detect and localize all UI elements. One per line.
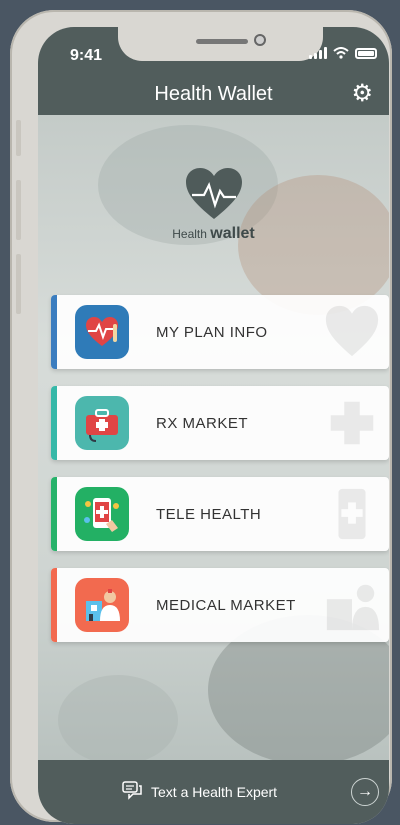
battery-icon	[355, 47, 377, 59]
text-expert-bar[interactable]: Text a Health Expert →	[38, 760, 389, 824]
heart-watermark-icon	[325, 305, 379, 357]
screen: 9:41 Health Wallet ⚙ Health wallet MY PL…	[38, 27, 389, 824]
speaker	[196, 39, 248, 44]
phone-cross-watermark-icon	[338, 488, 366, 540]
heart-pulse-icon	[185, 168, 242, 219]
card-label: MEDICAL MARKET	[156, 596, 296, 614]
menu-card-my-plan-info[interactable]: MY PLAN INFO	[51, 295, 389, 369]
status-time: 9:41	[70, 47, 103, 64]
card-accent	[51, 568, 57, 642]
mute-switch	[16, 120, 21, 156]
logo-wordmark: Health wallet	[38, 225, 389, 243]
phone-doctor-icon	[75, 487, 129, 541]
hospital-watermark-icon	[326, 584, 380, 631]
chat-bubble-icon	[122, 781, 142, 800]
card-label: TELE HEALTH	[156, 505, 262, 523]
card-accent	[51, 386, 57, 460]
menu-card-medical-market[interactable]: MEDICAL MARKET	[51, 568, 389, 642]
heart-thermometer-icon	[75, 305, 129, 359]
status-icons	[309, 47, 377, 59]
card-accent	[51, 295, 57, 369]
arrow-right-icon[interactable]: →	[351, 778, 379, 806]
gear-icon[interactable]: ⚙	[351, 82, 373, 106]
medical-bag-icon	[75, 396, 129, 450]
volume-down-button	[16, 254, 21, 314]
camera	[254, 34, 266, 46]
menu-card-rx-market[interactable]: RX MARKET	[51, 386, 389, 460]
volume-up-button	[16, 180, 21, 240]
logo-suffix: wallet	[210, 225, 255, 242]
logo-prefix: Health	[172, 227, 207, 241]
app-logo	[38, 167, 389, 226]
text-expert-label: Text a Health Expert	[151, 784, 278, 800]
card-label: RX MARKET	[156, 414, 249, 432]
card-accent	[51, 477, 57, 551]
app-header: 9:41 Health Wallet ⚙	[38, 27, 389, 115]
phone-frame: 9:41 Health Wallet ⚙ Health wallet MY PL…	[10, 10, 392, 824]
menu-card-tele-health[interactable]: TELE HEALTH	[51, 477, 389, 551]
card-label: MY PLAN INFO	[156, 323, 268, 341]
wifi-icon	[333, 47, 349, 59]
hospital-doctor-icon	[75, 578, 129, 632]
signal-icon	[309, 47, 327, 59]
page-title: Health Wallet	[154, 83, 273, 105]
medical-cross-watermark-icon	[330, 401, 374, 445]
notch	[118, 27, 323, 61]
